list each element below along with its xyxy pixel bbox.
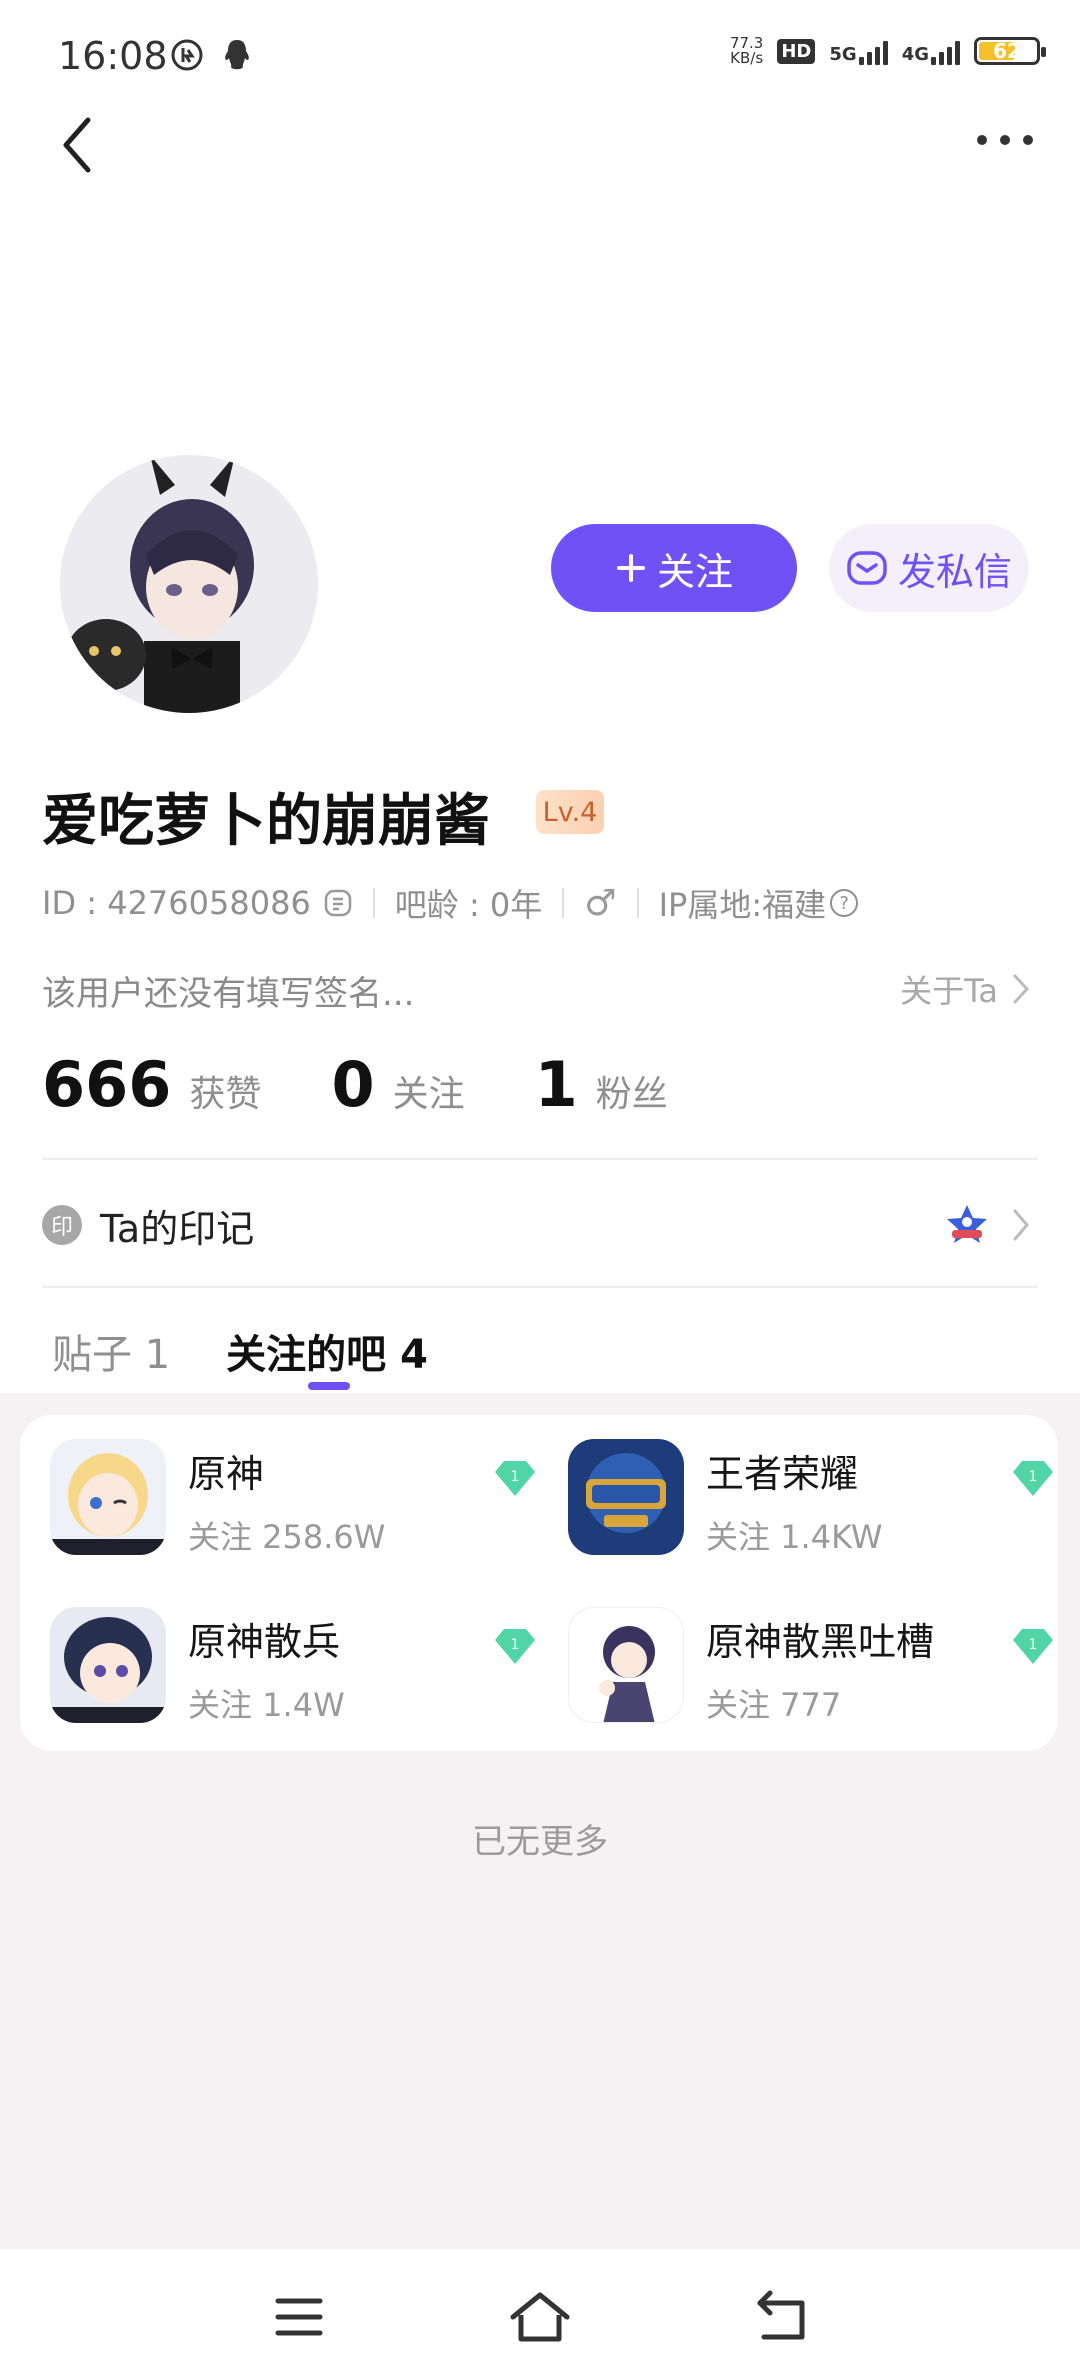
svg-text:1: 1 (1029, 1637, 1038, 1653)
plus-icon (616, 554, 645, 582)
qq-icon (225, 40, 249, 70)
stat-following[interactable]: 0 关注 (331, 1048, 464, 1121)
tab-posts[interactable]: 贴子 1 (52, 1322, 170, 1380)
forum-item-genshin-scaramouche[interactable]: 原神散兵 关注 1.4W 1 (50, 1607, 550, 1727)
svg-text:1: 1 (1029, 1469, 1038, 1485)
battery-icon: 62 (974, 37, 1046, 65)
system-nav-bar (0, 2249, 1080, 2376)
status-right-cluster: 77.3 KB/s HD 5G 4G 62 (730, 36, 1046, 66)
profile-meta: ID : 4276058086 吧龄 : 0年 ♂ IP属地:福建 ? (42, 880, 859, 926)
signal-4g-label: 4G (901, 44, 929, 65)
stat-fans[interactable]: 1 粉丝 (535, 1048, 668, 1121)
badge-star-icon (947, 1205, 987, 1243)
avatar[interactable] (60, 455, 318, 713)
more-button[interactable] (970, 120, 1040, 160)
forum-item-scaramouche-rant[interactable]: 原神散黑吐槽 关注 777 1 (568, 1607, 1068, 1727)
forum-avatar (568, 1439, 684, 1555)
chevron-right-icon (1013, 974, 1030, 1004)
chevron-right-icon (1013, 1209, 1029, 1241)
home-icon (510, 2292, 570, 2342)
signature: 该用户还没有填写签名... (42, 974, 415, 1014)
stats-row: 666 获赞 0 关注 1 粉丝 (42, 1048, 738, 1121)
signal-bars-icon (858, 37, 888, 65)
forum-avatar (50, 1439, 166, 1555)
stat-following-value: 0 (331, 1048, 375, 1121)
signal-bars-icon-2 (931, 37, 960, 65)
back-button[interactable] (52, 110, 112, 180)
about-ta-link[interactable]: 关于Ta (900, 966, 1030, 1012)
menu-button[interactable] (264, 2289, 334, 2345)
forum-item-honor-of-kings[interactable]: 王者荣耀 关注 1.4KW 1 (568, 1439, 1068, 1559)
stat-likes-value: 666 (42, 1048, 172, 1121)
signal-4g: 4G (902, 37, 960, 65)
username: 爱吃萝卜的崩崩酱 (42, 789, 490, 854)
stat-following-label: 关注 (392, 1074, 465, 1115)
net-speed-unit: KB/s (730, 49, 764, 67)
forum-followers: 关注 777 (706, 1686, 842, 1724)
mark-label: Ta的印记 (100, 1206, 255, 1251)
stat-fans-value: 1 (534, 1048, 578, 1121)
message-label: 发私信 (897, 549, 1012, 594)
stat-likes[interactable]: 666 获赞 (42, 1048, 261, 1121)
status-time: 16:08 (58, 34, 168, 78)
send-message-button[interactable]: 发私信 (829, 524, 1029, 612)
forum-card: 原神 关注 258.6W 1 王者荣耀 关注 1.4KW 1 原神散兵 关注 1… (20, 1415, 1058, 1751)
tab-followed-forums[interactable]: 关注的吧 4 (226, 1322, 428, 1380)
stat-likes-label: 获赞 (189, 1074, 262, 1115)
gem-icon: 1 (1012, 1627, 1054, 1665)
forum-name: 原神散黑吐槽 (706, 1620, 935, 1664)
hd-icon: HD (777, 38, 816, 64)
battery-level: 62 (993, 39, 1021, 63)
divider (42, 1286, 1038, 1288)
help-icon[interactable]: ? (830, 889, 859, 917)
return-icon (757, 2290, 805, 2340)
tab-indicator (308, 1382, 350, 1390)
forum-avatar (568, 1607, 684, 1723)
follow-label: 关注 (656, 549, 733, 594)
about-ta-label: 关于Ta (900, 972, 998, 1010)
forum-followers: 关注 1.4KW (706, 1518, 883, 1556)
divider (42, 1158, 1038, 1160)
forum-followers: 关注 1.4W (188, 1686, 345, 1724)
level-badge: Lv.4 (536, 790, 604, 834)
stat-fans-label: 粉丝 (595, 1074, 668, 1115)
copy-icon[interactable] (323, 888, 353, 918)
no-more-text: 已无更多 (472, 1822, 608, 1862)
menu-icon (275, 2298, 323, 2336)
user-id: ID : 4276058086 (42, 884, 311, 922)
mark-icon: 印 (42, 1205, 82, 1245)
forum-item-genshin[interactable]: 原神 关注 258.6W 1 (50, 1439, 550, 1559)
return-button[interactable] (746, 2289, 816, 2345)
forum-name: 原神散兵 (188, 1620, 341, 1664)
gem-icon: 1 (494, 1459, 536, 1497)
gem-icon: 1 (1012, 1459, 1054, 1497)
ip-location: IP属地:福建 (658, 886, 827, 924)
forum-avatar (50, 1607, 166, 1723)
bar-age: 吧龄 : 0年 (394, 886, 543, 924)
mark-row[interactable]: 印 Ta的印记 (42, 1195, 1030, 1255)
app-notification-icon (171, 39, 203, 71)
tab-bar: 贴子 1 关注的吧 4 (52, 1322, 428, 1380)
signal-5g-label: 5G (829, 44, 857, 65)
mail-icon (847, 551, 887, 585)
svg-text:1: 1 (511, 1637, 520, 1653)
follow-button[interactable]: 关注 (551, 524, 797, 612)
more-icon (977, 135, 1033, 145)
status-notification-icons (170, 38, 252, 72)
gender-male-icon: ♂ (584, 882, 617, 924)
avatar-image (60, 455, 318, 713)
home-button[interactable] (505, 2289, 575, 2345)
forum-followers: 关注 258.6W (188, 1518, 386, 1556)
gem-icon: 1 (494, 1627, 536, 1665)
signal-5g: 5G (829, 37, 888, 65)
back-icon (63, 117, 91, 173)
forum-name: 王者荣耀 (706, 1452, 859, 1496)
forum-name: 原神 (188, 1452, 265, 1496)
svg-text:1: 1 (511, 1469, 520, 1485)
net-speed: 77.3 KB/s (730, 36, 763, 66)
